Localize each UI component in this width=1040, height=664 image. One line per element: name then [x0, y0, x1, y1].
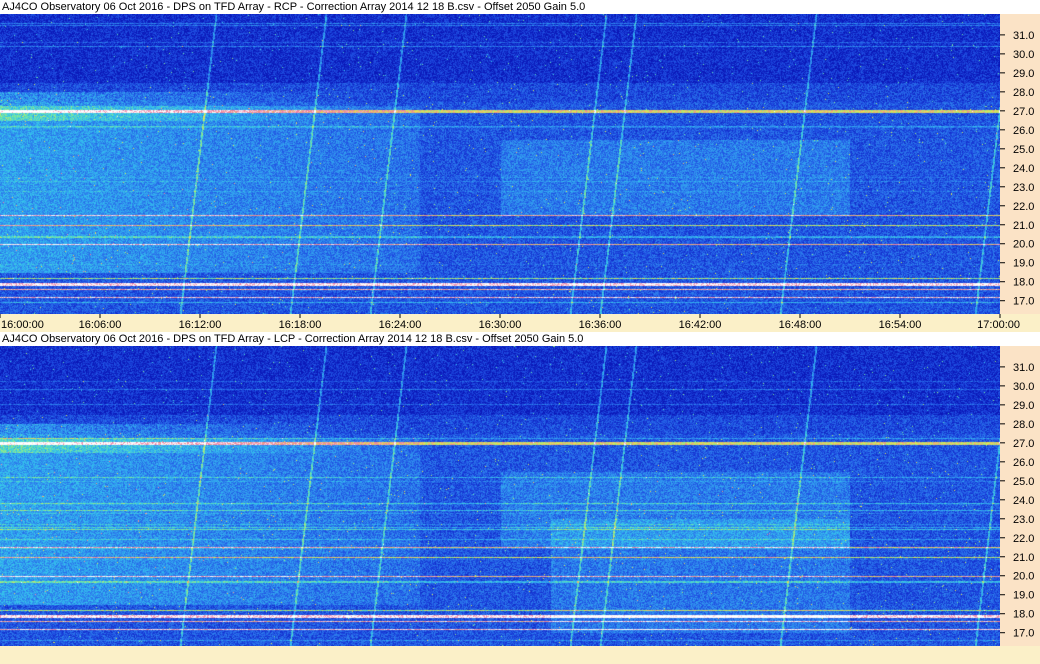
lcp-panel: AJ4CO Observatory 06 Oct 2016 - DPS on T…	[0, 332, 1040, 646]
lcp-freq-tick-label: 17.0	[1013, 628, 1034, 640]
rcp-freq-tick-label: 22.0	[1013, 201, 1034, 213]
lcp-freq-tick-label: 31.0	[1013, 362, 1034, 374]
rcp-frequency-axis: 17.0 18.0 19.0 20.0 21.0 22.0 23.0 24.0 25.0 26.0…	[1000, 14, 1040, 314]
rcp-freq-tick-label: 24.0	[1013, 163, 1034, 175]
lcp-frequency-axis: 17.0 18.0 19.0 20.0 21.0 22.0 23.0 24.0 25.0 26.0…	[1000, 346, 1040, 646]
lcp-freq-tick-label: 22.0	[1013, 533, 1034, 545]
lcp-freq-tick-label: 27.0	[1013, 438, 1034, 450]
time-tick-label: 16:36:00	[579, 319, 622, 331]
lcp-freq-tick-label: 23.0	[1013, 514, 1034, 526]
rcp-freq-tick-label: 28.0	[1013, 87, 1034, 99]
rcp-freq-tick-label: 21.0	[1013, 220, 1034, 232]
rcp-freq-tick-label: 20.0	[1013, 239, 1034, 251]
time-tick-label: 16:48:00	[779, 319, 822, 331]
lcp-freq-tick-label: 20.0	[1013, 571, 1034, 583]
rcp-freq-tick-label: 25.0	[1013, 144, 1034, 156]
lcp-spectrogram-canvas	[0, 346, 1000, 646]
rcp-freq-tick-label: 27.0	[1013, 106, 1034, 118]
rcp-spectrogram-canvas	[0, 14, 1000, 314]
rcp-title: AJ4CO Observatory 06 Oct 2016 - DPS on T…	[0, 0, 1040, 14]
lcp-freq-tick-label: 18.0	[1013, 609, 1034, 621]
lcp-freq-tick-label: 21.0	[1013, 552, 1034, 564]
lcp-freq-tick-label: 19.0	[1013, 590, 1034, 602]
lcp-freq-tick-label: 29.0	[1013, 400, 1034, 412]
time-tick-label: 17:00:00	[977, 319, 1020, 331]
time-tick-label: 16:30:00	[479, 319, 522, 331]
rcp-frequency-axis-svg: 17.0 18.0 19.0 20.0 21.0 22.0 23.0 24.0 25.0 26.0…	[1000, 30, 1034, 308]
lcp-freq-tick-label: 24.0	[1013, 495, 1034, 507]
time-axis: 16:00:00 16:06:00 16:12:00 16:18:00 16:24:00…	[0, 314, 1040, 332]
time-tick-label: 16:18:00	[279, 319, 322, 331]
lcp-spectrogram	[0, 346, 1000, 646]
bottom-strip	[0, 646, 1040, 664]
time-tick-label: 16:12:00	[179, 319, 222, 331]
rcp-freq-tick-label: 26.0	[1013, 125, 1034, 137]
lcp-freq-tick-label: 26.0	[1013, 457, 1034, 469]
lcp-freq-tick-label: 25.0	[1013, 476, 1034, 488]
lcp-title: AJ4CO Observatory 06 Oct 2016 - DPS on T…	[0, 332, 1040, 346]
time-tick-label: 16:06:00	[79, 319, 122, 331]
rcp-panel: AJ4CO Observatory 06 Oct 2016 - DPS on T…	[0, 0, 1040, 332]
rcp-freq-tick-label: 19.0	[1013, 258, 1034, 270]
rcp-freq-tick-label: 23.0	[1013, 182, 1034, 194]
time-tick-label: 16:24:00	[379, 319, 422, 331]
time-axis-svg: 16:00:00 16:06:00 16:12:00 16:18:00 16:24:00…	[0, 314, 1020, 331]
time-tick-label: 16:00:00	[1, 319, 44, 331]
rcp-freq-tick-label: 31.0	[1013, 30, 1034, 42]
time-tick-label: 16:54:00	[879, 319, 922, 331]
lcp-freq-tick-label: 30.0	[1013, 381, 1034, 393]
lcp-frequency-axis-svg: 17.0 18.0 19.0 20.0 21.0 22.0 23.0 24.0 25.0 26.0…	[1000, 362, 1034, 640]
rcp-freq-tick-label: 18.0	[1013, 277, 1034, 289]
rcp-freq-tick-label: 17.0	[1013, 296, 1034, 308]
lcp-freq-tick-label: 28.0	[1013, 419, 1034, 431]
rcp-freq-tick-label: 29.0	[1013, 68, 1034, 80]
rcp-spectrogram	[0, 14, 1000, 314]
time-tick-label: 16:42:00	[679, 319, 722, 331]
rcp-freq-tick-label: 30.0	[1013, 49, 1034, 61]
